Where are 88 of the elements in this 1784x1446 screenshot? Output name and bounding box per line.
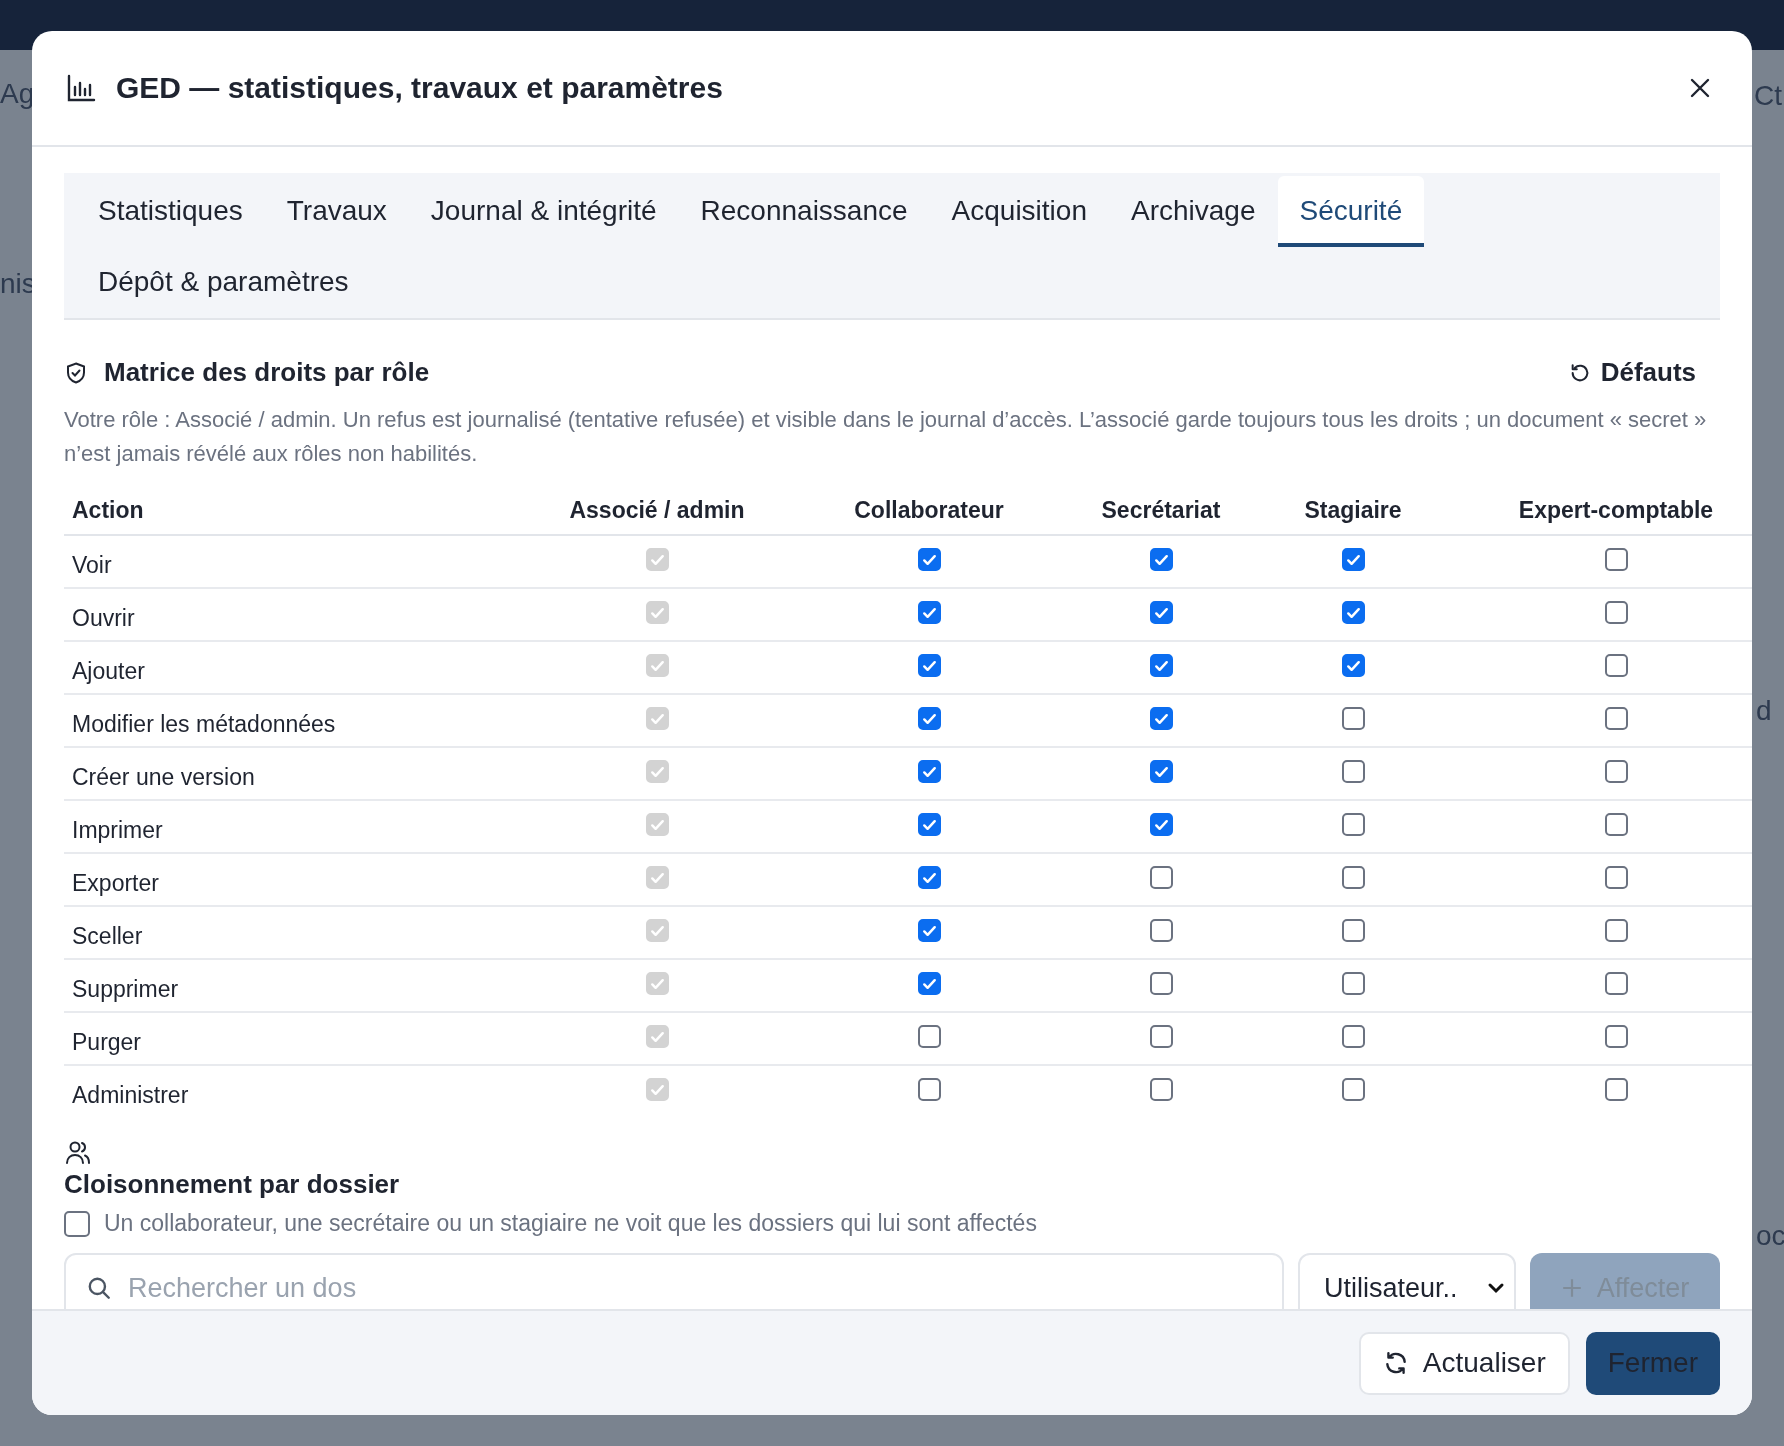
permission-checkbox[interactable] <box>1149 1025 1173 1048</box>
permission-checkbox[interactable] <box>1604 601 1628 624</box>
refresh-button[interactable]: Actualiser <box>1358 1331 1570 1395</box>
permission-checkbox[interactable] <box>1604 760 1628 783</box>
permission-checkbox[interactable] <box>1341 760 1365 783</box>
search-icon <box>86 1275 112 1301</box>
action-label: Modifier les métadonnées <box>72 711 336 737</box>
permission-checkbox[interactable] <box>1341 707 1365 730</box>
permission-checkbox[interactable] <box>917 760 941 783</box>
permission-checkbox[interactable] <box>917 601 941 624</box>
background-text: Ct <box>1754 80 1782 112</box>
permission-checkbox[interactable] <box>1604 654 1628 677</box>
permission-checkbox[interactable] <box>1604 813 1628 836</box>
tab[interactable]: Travaux <box>264 176 409 247</box>
permission-checkbox[interactable] <box>917 866 941 889</box>
section-title: Cloisonnement par dossier <box>64 1169 401 1200</box>
checkbox-label: Un collaborateur, une secrétaire ou un stagiaire ne voit que les dossiers qui lui sont affectés <box>104 1210 1037 1237</box>
permission-checkbox[interactable] <box>1604 1025 1628 1048</box>
action-label: Ajouter <box>72 658 145 684</box>
permission-checkbox[interactable] <box>917 1078 941 1101</box>
column-header: Associé / admin <box>569 497 745 523</box>
permission-checkbox[interactable] <box>917 707 941 730</box>
column-header: Action <box>72 497 144 523</box>
permission-checkbox[interactable] <box>917 919 941 942</box>
permission-checkbox[interactable] <box>1604 1078 1628 1101</box>
background-text: d <box>1756 695 1772 727</box>
permission-checkbox[interactable] <box>1149 548 1173 571</box>
permission-checkbox[interactable] <box>1149 972 1173 995</box>
plus-icon <box>1560 1277 1583 1299</box>
action-label: Imprimer <box>72 817 163 843</box>
permission-checkbox[interactable] <box>1341 601 1365 624</box>
permission-checkbox[interactable] <box>1604 548 1628 571</box>
column-header: Collaborateur <box>854 497 1004 523</box>
action-label: Ouvrir <box>72 605 135 631</box>
permission-checkbox[interactable] <box>917 1025 941 1048</box>
permission-checkbox[interactable] <box>917 654 941 677</box>
shield-icon <box>64 360 88 385</box>
tab[interactable]: Reconnaissance <box>678 176 930 247</box>
permission-checkbox[interactable] <box>1604 707 1628 730</box>
users-icon <box>64 1139 92 1167</box>
permission-checkbox[interactable] <box>1149 1078 1173 1101</box>
permission-checkbox[interactable] <box>1149 760 1173 783</box>
tab[interactable]: Statistiques <box>76 176 265 247</box>
permission-checkbox[interactable] <box>1341 972 1365 995</box>
permission-checkbox[interactable] <box>1149 813 1173 836</box>
background-text: Ag <box>0 78 35 110</box>
action-label: Sceller <box>72 923 143 949</box>
tab[interactable]: Dépôt & paramètres <box>76 247 371 318</box>
action-label: Voir <box>72 552 112 578</box>
permission-checkbox[interactable] <box>1604 919 1628 942</box>
permission-checkbox[interactable] <box>1341 866 1365 889</box>
column-header: Secrétariat <box>1101 497 1221 523</box>
permission-checkbox[interactable] <box>917 548 941 571</box>
action-label: Exporter <box>72 870 159 896</box>
tab[interactable]: Acquisition <box>929 176 1109 247</box>
tab[interactable]: Journal & intégrité <box>408 176 679 247</box>
description-text: Votre rôle : Associé / admin. Un refus est journalisé (tentative refusée) et visible dans le journal d’accès. L’associé garde toujours tous les droits ; un document « secret » n’est jamais révélé aux rôles non habilités. <box>64 406 1708 468</box>
checkbox[interactable] <box>64 1210 90 1237</box>
column-header: Stagiaire <box>1304 497 1402 523</box>
action-label: Administrer <box>72 1082 189 1108</box>
permission-checkbox[interactable] <box>1341 1025 1365 1048</box>
permission-checkbox[interactable] <box>1149 707 1173 730</box>
permission-checkbox[interactable] <box>1149 601 1173 624</box>
close-icon <box>1688 76 1712 100</box>
action-label: Supprimer <box>72 976 179 1002</box>
permission-checkbox[interactable] <box>1341 813 1365 836</box>
permission-checkbox[interactable] <box>1604 866 1628 889</box>
permission-checkbox[interactable] <box>917 813 941 836</box>
permission-checkbox[interactable] <box>1341 548 1365 571</box>
permission-checkbox[interactable] <box>1604 972 1628 995</box>
dialog-title: GED — statistiques, travaux et paramètres <box>116 71 724 105</box>
section-title: Matrice des droits par rôle <box>104 357 431 388</box>
permission-checkbox[interactable] <box>1341 919 1365 942</box>
tab[interactable]: Sécurité <box>1277 176 1425 247</box>
permission-checkbox[interactable] <box>917 972 941 995</box>
column-header: Expert-comptable <box>1518 497 1714 523</box>
permission-checkbox[interactable] <box>1341 1078 1365 1101</box>
tab[interactable]: Archivage <box>1109 176 1278 247</box>
background-text: oc <box>1756 1220 1784 1252</box>
permission-checkbox[interactable] <box>1149 919 1173 942</box>
permission-checkbox[interactable] <box>1149 654 1173 677</box>
search-field[interactable]: Rechercher un dos <box>64 1253 1284 1309</box>
bar-chart-icon <box>66 73 96 103</box>
reset-button[interactable]: Défauts <box>1562 356 1702 389</box>
action-label: Purger <box>72 1029 142 1055</box>
permission-checkbox[interactable] <box>1149 866 1173 889</box>
permission-checkbox[interactable] <box>1341 654 1365 677</box>
action-label: Créer une version <box>72 764 255 790</box>
